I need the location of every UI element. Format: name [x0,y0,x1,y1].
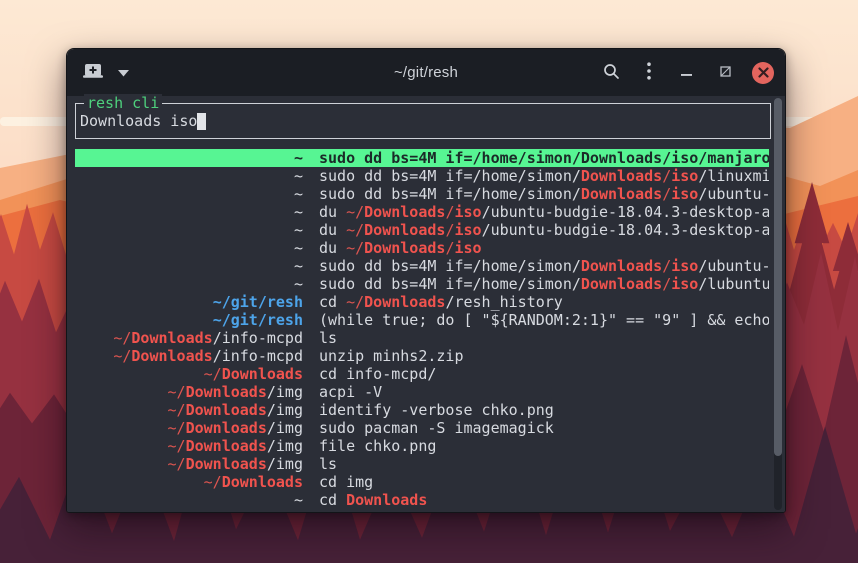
terminal-window: ~/git/resh [66,48,786,513]
resh-cli-label: resh cli [84,94,162,112]
history-row[interactable]: ~/Downloads/imgacpi -V [75,383,769,401]
minimize-dash-icon [681,65,693,80]
history-row[interactable]: ~/git/reshcd ~/Downloads/resh_history [75,293,769,311]
history-row[interactable]: ~/Downloads/info-mcpdls [75,329,769,347]
menu-button[interactable] [637,60,661,86]
terminal-content: resh cli Downloads iso ~sudo dd bs=4M if… [67,96,785,512]
history-row[interactable]: ~/git/resh(while true; do [ "${RANDOM:2:… [75,311,769,329]
restore-window-icon [720,65,731,80]
search-query-input[interactable]: Downloads iso [80,112,197,130]
restore-button[interactable] [713,60,737,86]
history-row[interactable]: ~du ~/Downloads/iso [75,239,769,257]
tab-switcher-button[interactable] [115,60,131,86]
history-row[interactable]: ~/Downloadscd img [75,473,769,491]
chevron-down-icon [118,65,129,80]
scrollbar-track[interactable] [774,98,782,510]
scrollbar-thumb[interactable] [774,98,782,456]
history-row[interactable]: ~/Downloadscd info-mcpd/ [75,365,769,383]
history-row[interactable]: ~du ~/Downloads/iso/ubuntu-budgie-18.04.… [75,221,769,239]
close-button[interactable] [751,60,775,86]
history-row[interactable]: ~du ~/Downloads/iso/ubuntu-budgie-18.04.… [75,203,769,221]
minimize-button[interactable] [675,60,699,86]
vertical-ellipsis-icon [647,62,651,83]
close-x-icon [752,62,774,84]
history-list: ~sudo dd bs=4M if=/home/simon/Downloads/… [75,149,769,509]
text-cursor [197,113,206,130]
history-row[interactable]: ~/Downloads/imgidentify -verbose chko.pn… [75,401,769,419]
search-button[interactable] [599,60,623,86]
history-row[interactable]: ~sudo dd bs=4M if=/home/simon/Downloads/… [75,275,769,293]
history-row[interactable]: ~/Downloads/info-mcpdunzip minhs2.zip [75,347,769,365]
history-row[interactable]: ~sudo dd bs=4M if=/home/simon/Downloads/… [75,149,769,167]
magnifier-icon [603,63,620,83]
history-row[interactable]: ~sudo dd bs=4M if=/home/simon/Downloads/… [75,185,769,203]
history-row[interactable]: ~sudo dd bs=4M if=/home/simon/Downloads/… [75,167,769,185]
titlebar[interactable]: ~/git/resh [67,49,785,97]
history-row[interactable]: ~sudo dd bs=4M if=/home/simon/Downloads/… [75,257,769,275]
history-row[interactable]: ~/Downloads/imgfile chko.png [75,437,769,455]
resh-search-box[interactable]: resh cli Downloads iso [75,103,771,139]
new-tab-terminal-icon [82,62,104,83]
history-row[interactable]: ~/Downloads/imgsudo pacman -S imagemagic… [75,419,769,437]
history-row[interactable]: ~/Downloads/imgls [75,455,769,473]
history-row[interactable]: ~cd Downloads [75,491,769,509]
new-tab-button[interactable] [81,60,105,86]
